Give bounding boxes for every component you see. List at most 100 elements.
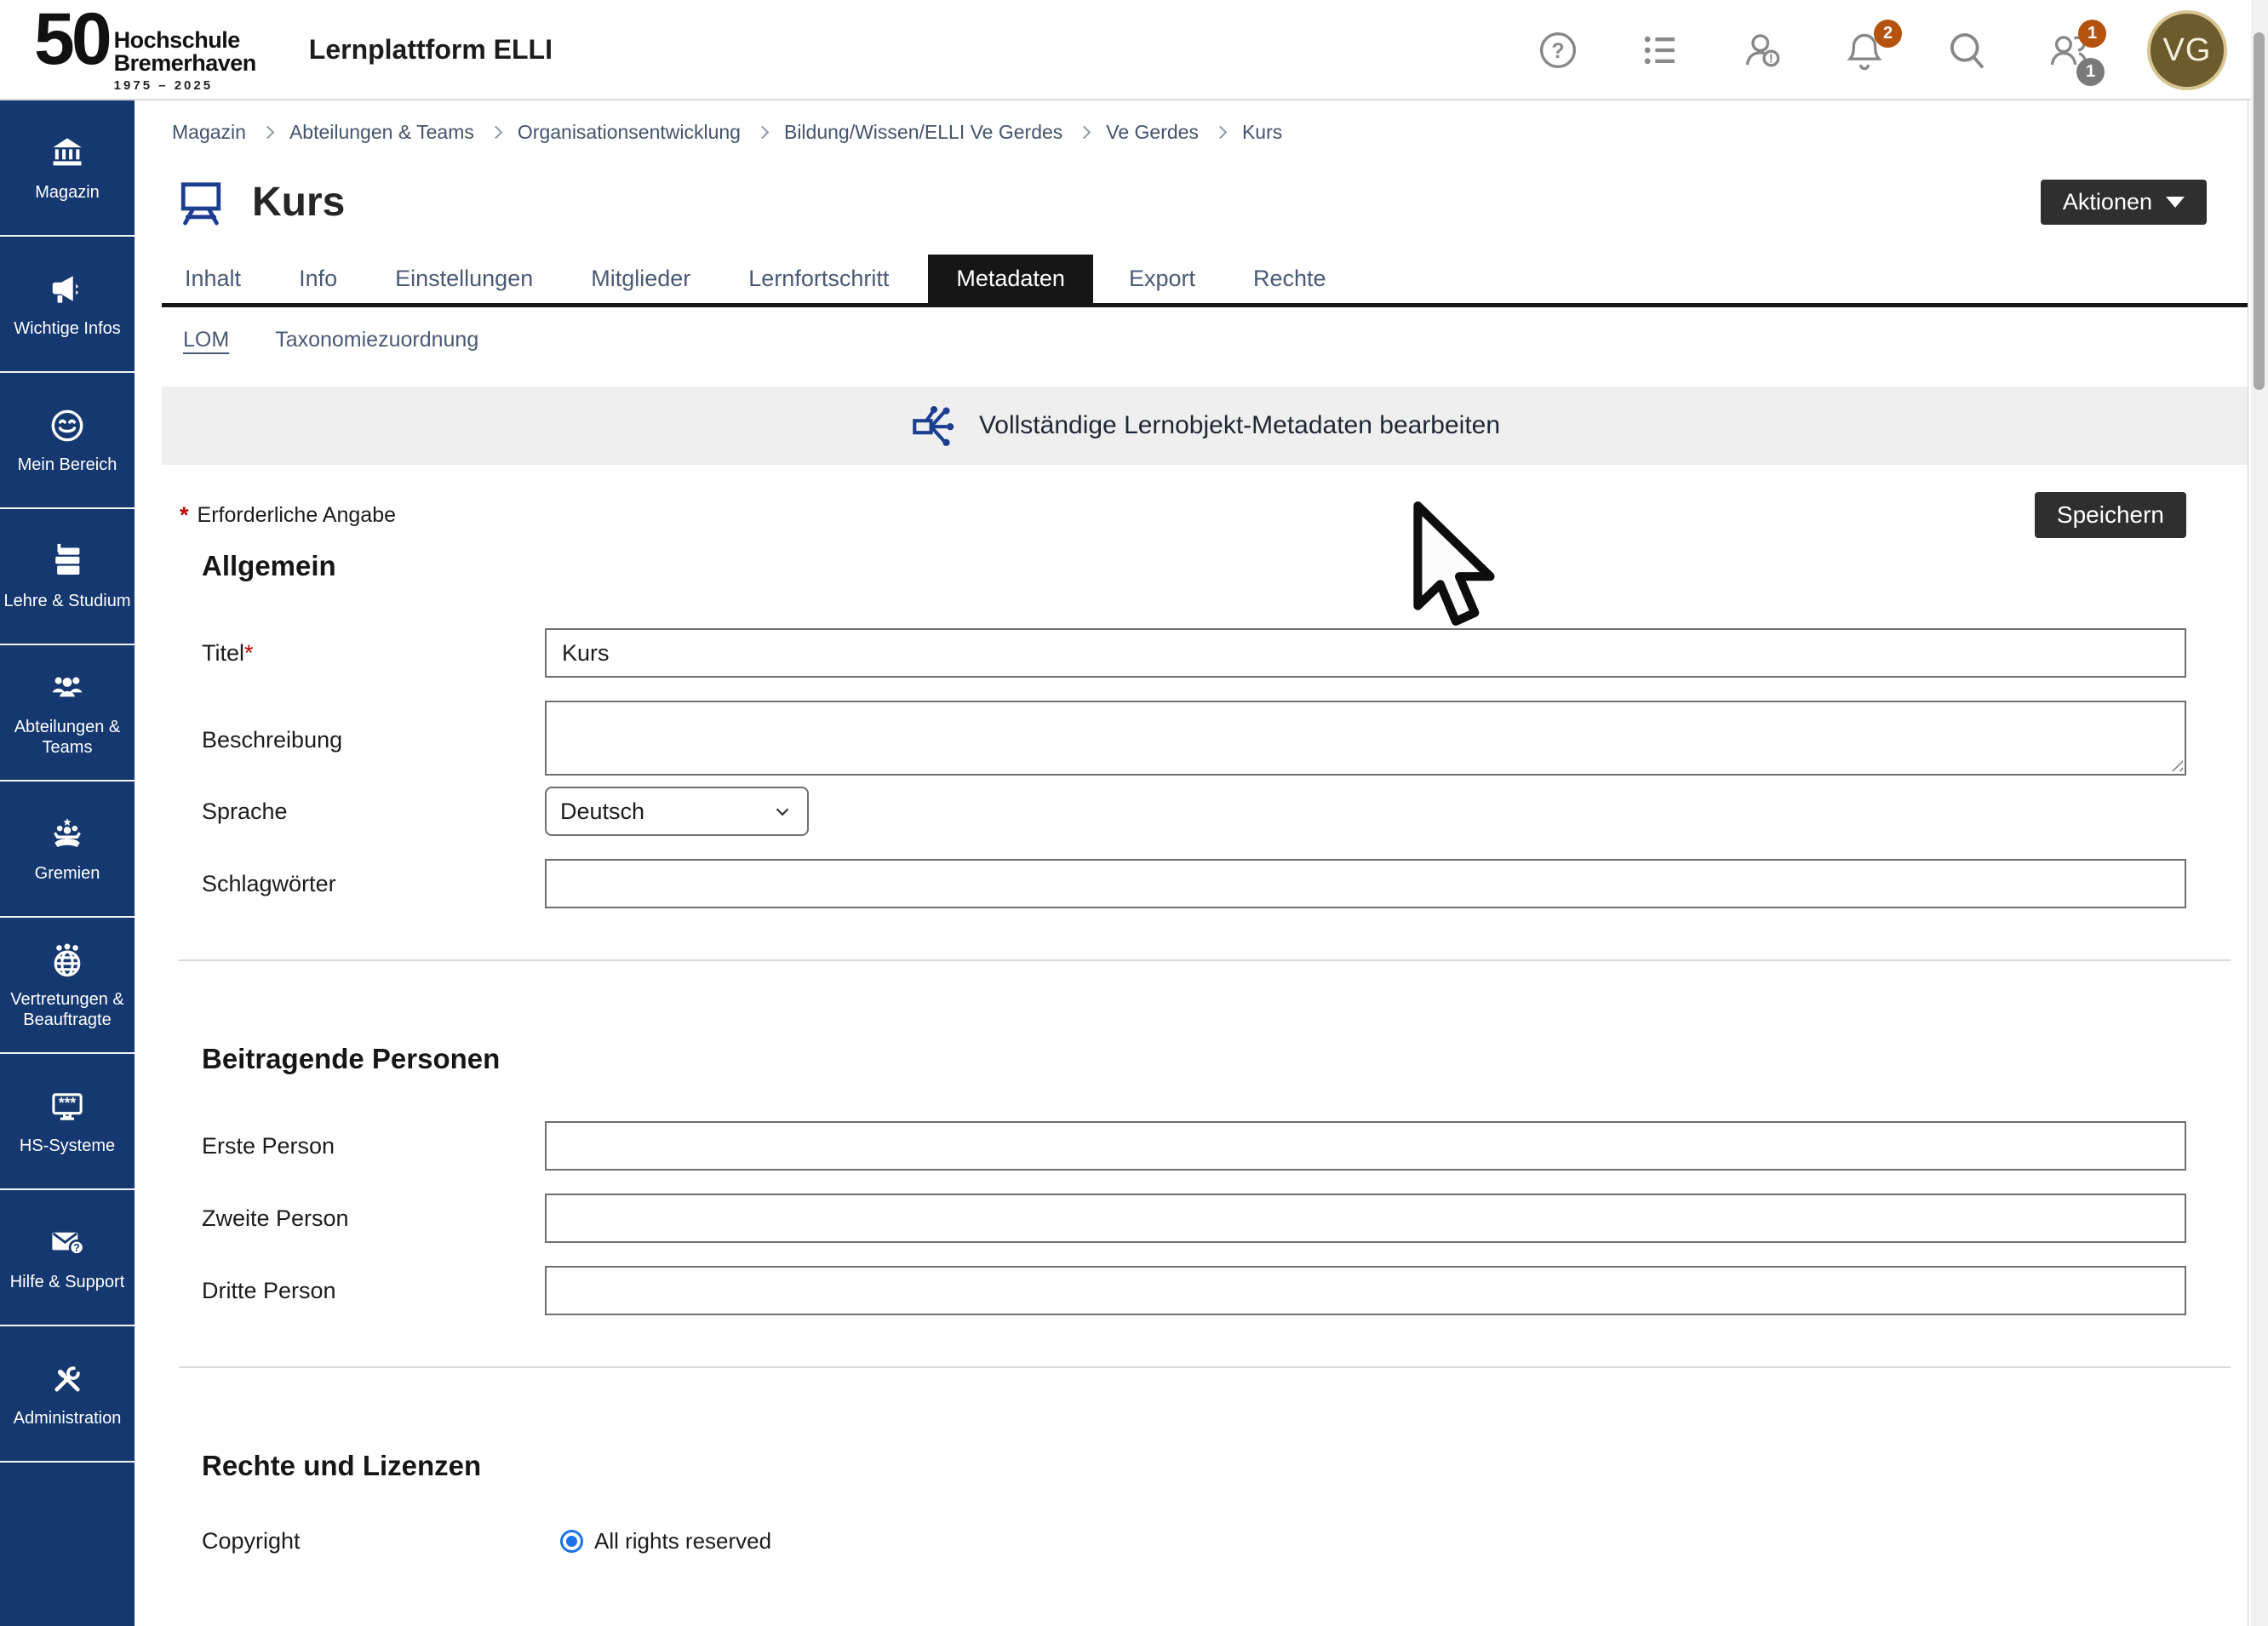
sidebar-item-label: Gremien <box>35 863 100 884</box>
university-logo: 50 Hochschule Bremerhaven 1975 – 2025 <box>34 7 256 93</box>
contacts-badge-new: 1 <box>2078 20 2106 48</box>
scrollbar-thumb[interactable] <box>2254 32 2265 390</box>
required-asterisk: * <box>180 502 189 529</box>
tab-einstellungen[interactable]: Einstellungen <box>393 255 535 303</box>
page-title: Kurs <box>252 179 345 226</box>
tab-lernfortschritt[interactable]: Lernfortschritt <box>747 255 891 303</box>
sidebar-item-label: Magazin <box>35 182 100 203</box>
tab-mitglieder[interactable]: Mitglieder <box>589 255 692 303</box>
sidebar-item-magazin[interactable]: Magazin <box>0 100 135 237</box>
sidebar-item-label: Wichtige Infos <box>14 318 121 339</box>
schlagwoerter-label: Schlagwörter <box>202 871 545 897</box>
main-content: Magazin Abteilungen & Teams Organisation… <box>162 100 2248 1554</box>
actions-button[interactable]: Aktionen <box>2041 180 2207 225</box>
chevron-right-icon <box>756 126 770 140</box>
titel-input[interactable] <box>545 628 2186 678</box>
sprache-label: Sprache <box>202 799 545 825</box>
avatar[interactable]: VG <box>2147 10 2227 90</box>
erste-person-input[interactable] <box>545 1121 2186 1171</box>
sidebar-item-wichtige-infos[interactable]: Wichtige Infos <box>0 237 135 373</box>
bullet-list-icon[interactable] <box>1636 26 1684 74</box>
subtab-taxonomiezuordnung[interactable]: Taxonomiezuordnung <box>275 328 478 352</box>
logo-line1: Hochschule <box>114 29 256 52</box>
required-note-row: * Erforderliche Angabe Speichern <box>162 492 2248 538</box>
scrollbar-track[interactable] <box>2251 0 2268 1626</box>
copyright-radio-row: All rights reserved <box>545 1528 2186 1554</box>
form-row-erste-person: Erste Person <box>162 1121 2186 1171</box>
schlagwoerter-input[interactable] <box>545 859 2186 908</box>
sprache-select[interactable]: Deutsch <box>545 787 809 836</box>
chevron-right-icon <box>261 126 275 140</box>
svg-text:!: ! <box>1769 52 1773 66</box>
erste-person-label: Erste Person <box>202 1133 545 1159</box>
section-divider <box>179 959 2231 961</box>
beschreibung-textarea[interactable] <box>545 701 2186 776</box>
breadcrumb-item[interactable]: Organisationsentwicklung <box>518 121 741 144</box>
dritte-person-input[interactable] <box>545 1266 2186 1315</box>
sidebar-item-label: Administration <box>14 1408 122 1428</box>
subtab-bar: LOM Taxonomiezuordnung <box>183 328 2248 352</box>
sidebar-item-administration[interactable]: Administration <box>0 1326 135 1463</box>
page-title-row: Kurs Aktionen <box>162 175 2248 229</box>
sidebar-item-lehre-studium[interactable]: Lehre & Studium <box>0 509 135 645</box>
sidebar-item-abteilungen-teams[interactable]: Abteilungen & Teams <box>0 645 135 782</box>
banner-label: Vollständige Lernobjekt-Metadaten bearbe… <box>979 411 1500 440</box>
monitor-icon: *** <box>48 1087 87 1126</box>
save-button[interactable]: Speichern <box>2035 492 2186 538</box>
logo-line2: Bremerhaven <box>114 52 256 75</box>
zweite-person-label: Zweite Person <box>202 1205 545 1232</box>
metadata-hub-icon <box>909 401 959 450</box>
tab-info[interactable]: Info <box>297 255 339 303</box>
chevron-right-icon <box>1078 126 1091 140</box>
subtab-lom[interactable]: LOM <box>183 328 229 352</box>
breadcrumb-item[interactable]: Ve Gerdes <box>1106 121 1199 144</box>
form-row-dritte-person: Dritte Person <box>162 1266 2186 1315</box>
sidebar-item-label: HS-Systeme <box>20 1136 115 1156</box>
contacts-icon[interactable]: 1 1 <box>2045 26 2093 74</box>
breadcrumb-item[interactable]: Bildung/Wissen/ELLI Ve Gerdes <box>784 121 1062 144</box>
section-divider <box>179 1366 2231 1368</box>
committee-icon <box>48 815 87 854</box>
edit-full-metadata-banner[interactable]: Vollständige Lernobjekt-Metadaten bearbe… <box>162 386 2248 465</box>
breadcrumb-item[interactable]: Magazin <box>172 121 246 144</box>
chevron-right-icon <box>490 126 503 140</box>
tab-export[interactable]: Export <box>1127 255 1197 303</box>
tab-inhalt[interactable]: Inhalt <box>183 255 243 303</box>
sidebar-item-hs-systeme[interactable]: *** HS-Systeme <box>0 1054 135 1190</box>
main-sidebar: Magazin Wichtige Infos Mein Bereich <box>0 100 135 1626</box>
search-icon[interactable] <box>1943 26 1990 74</box>
copyright-option-label: All rights reserved <box>594 1528 771 1554</box>
contacts-badge-count: 1 <box>2076 58 2105 86</box>
section-title-allgemein: Allgemein <box>202 550 2248 582</box>
sidebar-item-hilfe-support[interactable]: ? Hilfe & Support <box>0 1190 135 1326</box>
user-status-icon[interactable]: ! <box>1738 26 1786 74</box>
sidebar-item-mein-bereich[interactable]: Mein Bereich <box>0 373 135 509</box>
section-title-rechte-lizenzen: Rechte und Lizenzen <box>202 1450 2248 1482</box>
mail-question-icon: ? <box>48 1223 87 1262</box>
tab-metadaten[interactable]: Metadaten <box>928 255 1093 303</box>
form-row-titel: Titel* <box>162 628 2186 678</box>
required-note: Erforderliche Angabe <box>198 503 396 528</box>
caret-down-icon <box>2166 197 2185 208</box>
breadcrumb-item[interactable]: Kurs <box>1242 121 1282 144</box>
breadcrumb-item[interactable]: Abteilungen & Teams <box>289 121 474 144</box>
actions-button-label: Aktionen <box>2063 189 2152 215</box>
chevron-right-icon <box>1214 126 1228 140</box>
sidebar-item-gremien[interactable]: Gremien <box>0 782 135 918</box>
tab-rechte[interactable]: Rechte <box>1251 255 1328 303</box>
sidebar-item-label: Vertretungen & Beauftragte <box>3 989 132 1030</box>
globe-people-icon <box>48 941 87 980</box>
tab-bar: Inhalt Info Einstellungen Mitglieder Ler… <box>162 255 2248 307</box>
megaphone-icon <box>48 270 87 309</box>
svg-text:***: *** <box>59 1094 76 1111</box>
sidebar-item-vertretungen-beauftragte[interactable]: Vertretungen & Beauftragte <box>0 918 135 1054</box>
copyright-radio-selected[interactable] <box>560 1530 583 1553</box>
bank-icon <box>48 134 87 173</box>
zweite-person-input[interactable] <box>545 1194 2186 1243</box>
help-icon[interactable]: ? <box>1534 26 1582 74</box>
bell-icon[interactable]: 2 <box>1841 26 1888 74</box>
form-row-schlagwoerter: Schlagwörter <box>162 859 2186 908</box>
copyright-label: Copyright <box>202 1528 545 1554</box>
beschreibung-label: Beschreibung <box>202 727 545 753</box>
top-header: 50 Hochschule Bremerhaven 1975 – 2025 Le… <box>0 0 2251 100</box>
